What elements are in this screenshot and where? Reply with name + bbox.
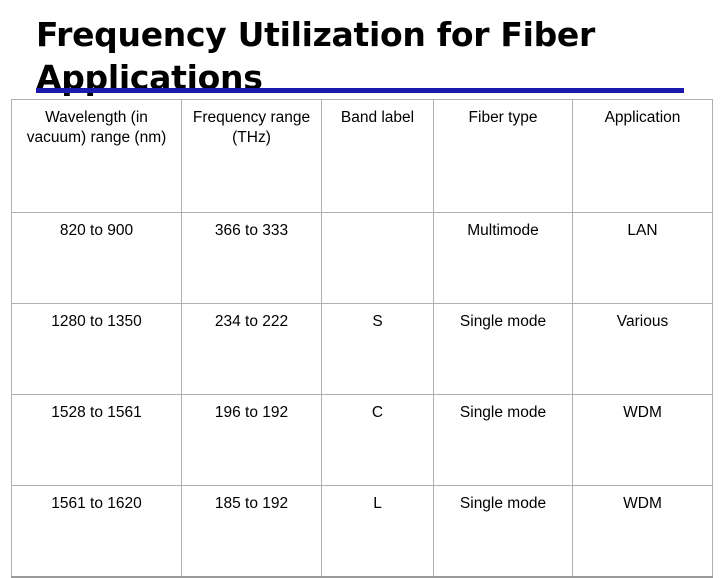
- column-header-band-label: Band label: [321, 99, 434, 213]
- title-accent-rule: [36, 88, 684, 93]
- page-title: Frequency Utilization for Fiber Applicat…: [36, 15, 607, 97]
- cell-application: Various: [572, 303, 713, 395]
- cell-band-label: L: [321, 485, 434, 578]
- cell-band-label: S: [321, 303, 434, 395]
- cell-band-label: C: [321, 394, 434, 486]
- cell-frequency-range: 185 to 192: [181, 485, 322, 578]
- table-row: 820 to 900 366 to 333 Multimode LAN: [11, 212, 713, 304]
- cell-frequency-range: 234 to 222: [181, 303, 322, 395]
- cell-wavelength-range: 820 to 900: [11, 212, 182, 304]
- cell-fiber-type: Single mode: [433, 303, 573, 395]
- table-header-row: Wavelength (in vacuum) range (nm) Freque…: [11, 99, 713, 213]
- cell-frequency-range: 366 to 333: [181, 212, 322, 304]
- frequency-utilization-table: Wavelength (in vacuum) range (nm) Freque…: [11, 99, 713, 578]
- column-header-fiber-type: Fiber type: [433, 99, 573, 213]
- frequency-utilization-table-wrapper: Wavelength (in vacuum) range (nm) Freque…: [11, 99, 713, 578]
- slide-canvas: Frequency Utilization for Fiber Applicat…: [0, 0, 720, 578]
- cell-wavelength-range: 1561 to 1620: [11, 485, 182, 578]
- table-row: 1528 to 1561 196 to 192 C Single mode WD…: [11, 394, 713, 486]
- table-row: 1561 to 1620 185 to 192 L Single mode WD…: [11, 485, 713, 578]
- column-header-frequency: Frequency range (THz): [181, 99, 322, 213]
- column-header-wavelength: Wavelength (in vacuum) range (nm): [11, 99, 182, 213]
- cell-application: LAN: [572, 212, 713, 304]
- cell-fiber-type: Single mode: [433, 394, 573, 486]
- cell-wavelength-range: 1528 to 1561: [11, 394, 182, 486]
- table-row: 1280 to 1350 234 to 222 S Single mode Va…: [11, 303, 713, 395]
- cell-fiber-type: Single mode: [433, 485, 573, 578]
- cell-frequency-range: 196 to 192: [181, 394, 322, 486]
- cell-application: WDM: [572, 394, 713, 486]
- cell-application: WDM: [572, 485, 713, 578]
- title-block: Frequency Utilization for Fiber Applicat…: [36, 14, 676, 100]
- column-header-application: Application: [572, 99, 713, 213]
- cell-fiber-type: Multimode: [433, 212, 573, 304]
- cell-band-label: [321, 212, 434, 304]
- cell-wavelength-range: 1280 to 1350: [11, 303, 182, 395]
